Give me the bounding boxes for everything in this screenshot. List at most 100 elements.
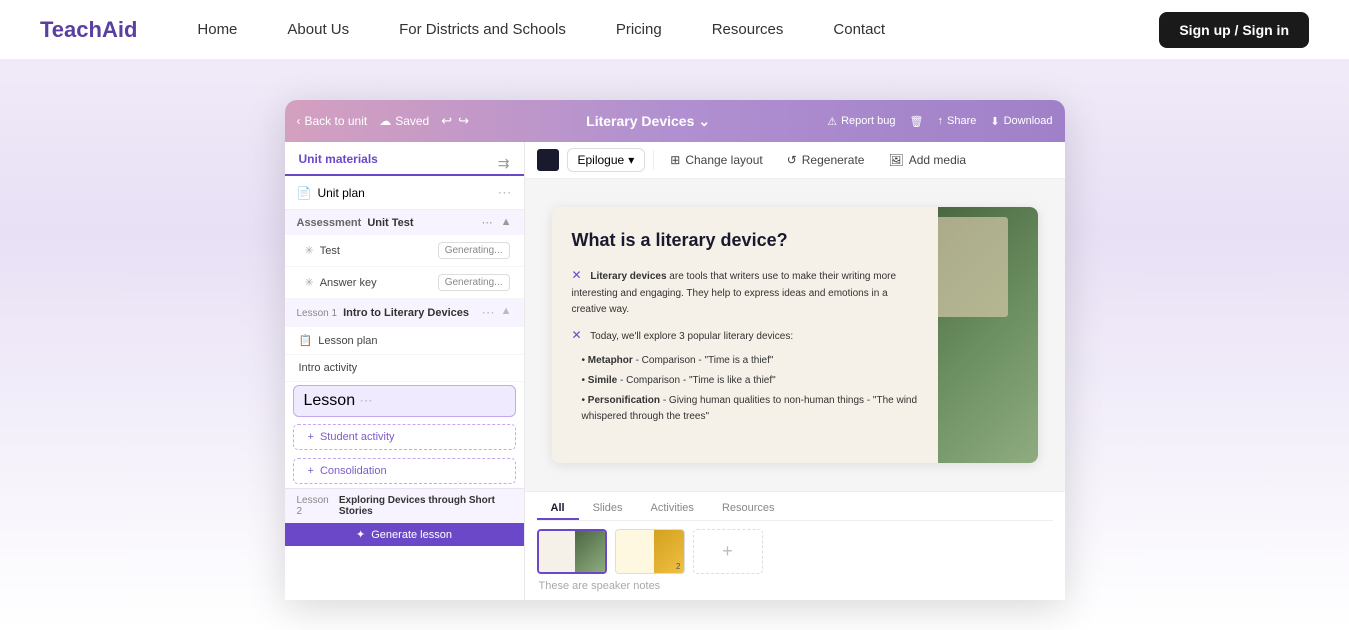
main-content: Unit materials ⇉ 📄 Unit plan ⋯ Assessmen… bbox=[285, 142, 1065, 600]
slide-bold-intro: Literary devices bbox=[590, 271, 666, 282]
nav-districts[interactable]: For Districts and Schools bbox=[399, 21, 566, 38]
tab-slides[interactable]: Slides bbox=[579, 498, 637, 520]
slide-today: Today, we'll explore 3 popular literary … bbox=[590, 331, 793, 342]
chevron-down-icon[interactable]: ⌄ bbox=[698, 113, 710, 130]
trash-icon: 🗑 bbox=[910, 115, 924, 128]
cloud-icon: ☁ bbox=[379, 114, 391, 128]
thumbnail-2-badge: 2 bbox=[676, 562, 680, 571]
back-to-unit-button[interactable]: ‹ Back to unit bbox=[297, 114, 368, 128]
signup-button[interactable]: Sign up / Sign in bbox=[1159, 12, 1309, 48]
lesson2-title: Exploring Devices through Short Stories bbox=[339, 495, 512, 517]
slide-bullet-simile: • Simile - Comparison - "Time is like a … bbox=[582, 373, 918, 389]
sidebar-intro-activity[interactable]: Intro activity bbox=[285, 355, 524, 382]
regenerate-button[interactable]: ↺ Regenerate bbox=[779, 149, 873, 171]
sparkle-icon: ✦ bbox=[356, 528, 365, 541]
collapse-sidebar-button[interactable]: ⇉ bbox=[498, 155, 510, 172]
generate-lesson-button[interactable]: ✦ Generate lesson bbox=[285, 523, 524, 546]
thumbnail-1[interactable] bbox=[537, 529, 607, 574]
share-button[interactable]: ↑ Share bbox=[938, 115, 977, 127]
hero-section: ‹ Back to unit ☁ Saved ↩ ↪ Literary Devi… bbox=[0, 60, 1349, 630]
delete-button[interactable]: 🗑 bbox=[910, 115, 924, 128]
lesson1-label: Lesson 1 bbox=[297, 308, 338, 319]
chevron-left-icon: ‹ bbox=[297, 114, 301, 128]
top-bar-actions: ⚠ Report bug 🗑 ↑ Share ⬇ Download bbox=[827, 115, 1052, 128]
undo-icon[interactable]: ↩ bbox=[441, 113, 452, 129]
slide-title: What is a literary device? bbox=[572, 229, 918, 252]
assessment-title: Unit Test bbox=[367, 217, 413, 229]
document-icon: 📄 bbox=[297, 186, 312, 200]
nav-pricing[interactable]: Pricing bbox=[616, 21, 662, 38]
tab-all[interactable]: All bbox=[537, 498, 579, 520]
simile-label: Simile bbox=[588, 375, 617, 386]
sidebar-header: Unit materials ⇉ bbox=[285, 142, 524, 176]
slide-today-text: ✕ Today, we'll explore 3 popular literar… bbox=[572, 326, 918, 345]
nav-links: Home About Us For Districts and Schools … bbox=[197, 21, 1159, 38]
toolbar-divider bbox=[653, 150, 654, 170]
lesson2-header: Lesson 2 Exploring Devices through Short… bbox=[285, 488, 524, 523]
right-panel: Epilogue ▾ ⊞ Change layout ↺ Regenerate … bbox=[525, 142, 1065, 600]
generating-badge-answer: Generating... bbox=[438, 274, 510, 291]
tab-activities[interactable]: Activities bbox=[637, 498, 708, 520]
nav-contact[interactable]: Contact bbox=[833, 21, 885, 38]
slide-content: What is a literary device? ✕ Literary de… bbox=[552, 207, 938, 463]
nav-resources[interactable]: Resources bbox=[712, 21, 784, 38]
right-toolbar: Epilogue ▾ ⊞ Change layout ↺ Regenerate … bbox=[525, 142, 1065, 179]
metaphor-label: Metaphor bbox=[588, 355, 633, 366]
download-icon: ⬇ bbox=[990, 115, 999, 128]
sidebar-lesson-active[interactable]: Lesson ⋯ bbox=[293, 385, 516, 417]
color-swatch[interactable] bbox=[537, 149, 559, 171]
sidebar-lesson-plan[interactable]: 📋 Lesson plan bbox=[285, 327, 524, 355]
app-window: ‹ Back to unit ☁ Saved ↩ ↪ Literary Devi… bbox=[285, 100, 1065, 600]
bullet-x-icon-2: ✕ bbox=[572, 328, 582, 342]
sidebar-test-item[interactable]: ✳ Test Generating... bbox=[285, 235, 524, 267]
redo-icon[interactable]: ↪ bbox=[458, 113, 469, 129]
slide-bullet-personification: • Personification - Giving human qualiti… bbox=[582, 393, 918, 425]
bullet-x-icon: ✕ bbox=[572, 268, 582, 282]
personification-label: Personification bbox=[588, 395, 660, 406]
add-thumbnail-button[interactable]: + bbox=[693, 529, 763, 574]
download-button[interactable]: ⬇ Download bbox=[990, 115, 1052, 128]
add-media-button[interactable]: 🖼 Add media bbox=[880, 149, 974, 171]
slide-image-overlay bbox=[938, 217, 1008, 317]
lesson1-collapse-icon[interactable]: ▲ bbox=[501, 305, 512, 321]
sidebar-answer-key-item[interactable]: ✳ Answer key Generating... bbox=[285, 267, 524, 299]
sidebar-unit-plan[interactable]: 📄 Unit plan ⋯ bbox=[285, 176, 524, 210]
nav-about[interactable]: About Us bbox=[287, 21, 349, 38]
nav-home[interactable]: Home bbox=[197, 21, 237, 38]
lesson1-menu-icon[interactable]: ⋯ bbox=[482, 305, 495, 321]
unit-plan-menu-icon[interactable]: ⋯ bbox=[498, 184, 512, 201]
add-student-activity-button[interactable]: + Student activity bbox=[293, 424, 516, 450]
lesson1-title: Intro to Literary Devices bbox=[343, 307, 469, 319]
epilogue-dropdown[interactable]: Epilogue ▾ bbox=[567, 148, 646, 172]
slide-bullet-metaphor: • Metaphor - Comparison - "Time is a thi… bbox=[582, 353, 918, 369]
slide-card: What is a literary device? ✕ Literary de… bbox=[552, 207, 1038, 463]
thumbnails-row: 2 + bbox=[537, 529, 1053, 574]
lesson2-label: Lesson 2 bbox=[297, 495, 333, 517]
unit-materials-tab[interactable]: Unit materials bbox=[299, 152, 378, 174]
bottom-tabs-section: All Slides Activities Resources bbox=[525, 491, 1065, 600]
thumbnail-2[interactable]: 2 bbox=[615, 529, 685, 574]
slide-intro-text: ✕ Literary devices are tools that writer… bbox=[572, 266, 918, 317]
report-bug-button[interactable]: ⚠ Report bug bbox=[827, 115, 895, 128]
speaker-notes[interactable]: These are speaker notes bbox=[537, 576, 1053, 596]
lesson1-header: Lesson 1 Intro to Literary Devices ⋯ ▲ bbox=[285, 299, 524, 327]
assessment-section-header: Assessment Unit Test ⋯ ▲ bbox=[285, 210, 524, 235]
simile-text: - Comparison - "Time is like a thief" bbox=[620, 375, 776, 386]
tabs-row: All Slides Activities Resources bbox=[537, 498, 1053, 521]
bug-icon: ⚠ bbox=[827, 115, 837, 128]
assessment-collapse-icon[interactable]: ▲ bbox=[501, 216, 512, 229]
tab-resources[interactable]: Resources bbox=[708, 498, 789, 520]
chevron-down-icon-epilogue: ▾ bbox=[628, 153, 634, 167]
metaphor-text: - Comparison - "Time is a thief" bbox=[636, 355, 774, 366]
slide-image bbox=[938, 207, 1038, 463]
lesson-menu-icon[interactable]: ⋯ bbox=[360, 393, 373, 408]
add-consolidation-button[interactable]: + Consolidation bbox=[293, 458, 516, 484]
generating-badge-test: Generating... bbox=[438, 242, 510, 259]
change-layout-button[interactable]: ⊞ Change layout bbox=[662, 149, 770, 171]
logo[interactable]: TeachAid bbox=[40, 17, 137, 43]
document-icon-lesson: 📋 bbox=[299, 334, 313, 347]
share-icon: ↑ bbox=[938, 115, 944, 127]
assessment-menu-icon[interactable]: ⋯ bbox=[482, 216, 493, 229]
plus-icon-consolidation: + bbox=[308, 465, 314, 477]
slide-body: ✕ Literary devices are tools that writer… bbox=[572, 266, 918, 424]
